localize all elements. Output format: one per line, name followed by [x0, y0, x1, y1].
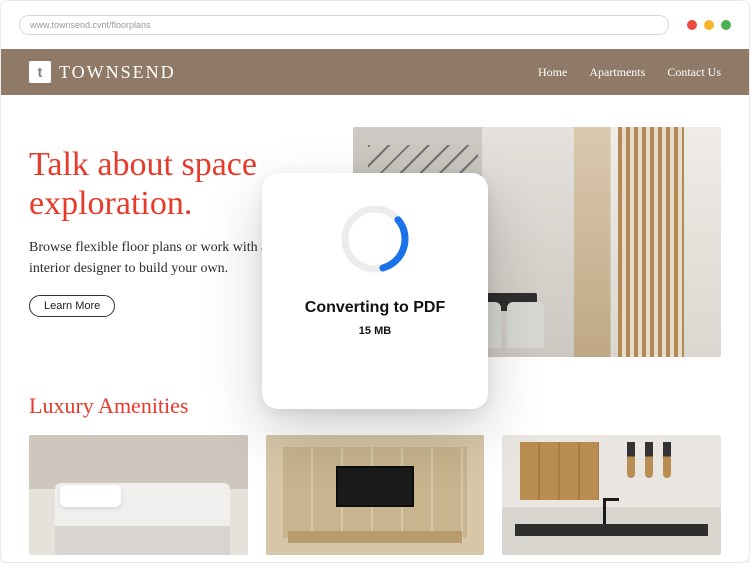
pillow-icon	[60, 485, 121, 507]
converting-dialog: Converting to PDF 15 MB	[262, 173, 488, 409]
amenity-card-bedroom[interactable]	[29, 435, 248, 555]
hero-title-line2: exploration.	[29, 185, 192, 222]
tv-icon	[336, 466, 415, 507]
nav-apartments[interactable]: Apartments	[589, 65, 645, 80]
dialog-title: Converting to PDF	[305, 299, 445, 317]
close-icon[interactable]	[687, 20, 697, 30]
counter	[515, 524, 707, 536]
browser-window: www.townsend.cvnt/floorplans t TOWNSEND …	[0, 0, 750, 563]
window-controls	[687, 20, 731, 30]
nav-home[interactable]: Home	[538, 65, 567, 80]
learn-more-button[interactable]: Learn More	[29, 295, 115, 317]
brand-name: TOWNSEND	[59, 62, 176, 83]
minimize-icon[interactable]	[704, 20, 714, 30]
primary-nav: Home Apartments Contact Us	[538, 65, 721, 80]
site-header: t TOWNSEND Home Apartments Contact Us	[1, 49, 749, 95]
amenity-card-media[interactable]	[266, 435, 485, 555]
maximize-icon[interactable]	[721, 20, 731, 30]
url-text: www.townsend.cvnt/floorplans	[30, 20, 151, 30]
shelf	[288, 531, 463, 543]
cabinets	[520, 442, 599, 500]
progress-spinner-icon	[335, 199, 415, 279]
amenities-grid	[29, 435, 721, 555]
hero-title-line1: Talk about space	[29, 146, 257, 183]
dialog-filesize: 15 MB	[359, 325, 391, 337]
amenity-card-kitchen[interactable]	[502, 435, 721, 555]
wood-slats	[618, 127, 684, 357]
brand-logo[interactable]: t TOWNSEND	[29, 61, 176, 83]
hero-subtitle: Browse flexible floor plans or work with…	[29, 237, 279, 279]
pendant-lights-icon	[616, 442, 682, 478]
faucet-icon	[603, 498, 606, 524]
browser-chrome: www.townsend.cvnt/floorplans	[1, 1, 749, 49]
nav-contact[interactable]: Contact Us	[667, 65, 721, 80]
url-bar[interactable]: www.townsend.cvnt/floorplans	[19, 15, 669, 35]
logo-mark-icon: t	[29, 61, 51, 83]
